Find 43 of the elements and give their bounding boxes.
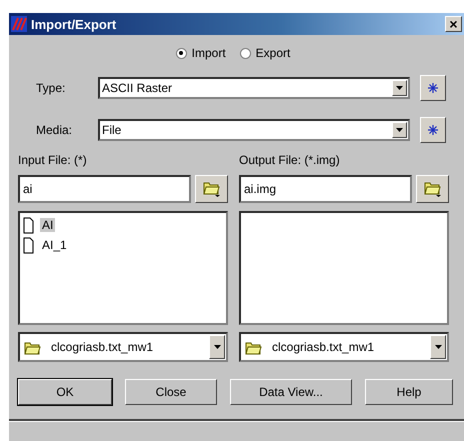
radio-button[interactable] bbox=[240, 48, 251, 58]
dialog-button[interactable]: Data View... bbox=[230, 379, 352, 405]
file-name-field[interactable]: ai bbox=[18, 175, 192, 203]
radio-label: Export bbox=[256, 46, 290, 60]
dialog-button[interactable]: Close bbox=[125, 379, 217, 405]
caret-icon bbox=[434, 345, 442, 349]
file-icon bbox=[23, 216, 34, 234]
window-title: Import/Export bbox=[31, 16, 118, 32]
field-label: Output File: (*.img) bbox=[239, 153, 341, 169]
dropdown[interactable]: clcogriasb.txt_mw1 bbox=[239, 332, 449, 362]
folder-icon bbox=[24, 340, 41, 354]
field-label: Media: bbox=[35, 123, 74, 137]
asterisk-icon bbox=[428, 83, 438, 93]
file-name-field[interactable]: ai.img bbox=[239, 175, 412, 203]
caret-icon bbox=[396, 128, 403, 132]
dialog-button[interactable]: OK bbox=[18, 379, 112, 405]
dropdown[interactable]: File bbox=[98, 119, 410, 141]
file-icon bbox=[23, 236, 34, 254]
folder-icon bbox=[245, 340, 262, 354]
add-button[interactable] bbox=[420, 75, 446, 101]
list-item[interactable]: AI_1 bbox=[40, 238, 69, 252]
file-list[interactable]: AI AI_1 bbox=[18, 211, 228, 325]
asterisk-icon bbox=[428, 125, 438, 135]
folder-icon bbox=[202, 180, 221, 198]
browse-button[interactable] bbox=[416, 175, 449, 203]
app-icon bbox=[11, 16, 27, 32]
folder-icon bbox=[424, 180, 442, 198]
radio-button[interactable] bbox=[176, 48, 187, 58]
list-item[interactable]: AI bbox=[40, 218, 56, 232]
radio-option[interactable]: Import bbox=[176, 46, 226, 60]
dialog-button[interactable]: Help bbox=[365, 379, 453, 405]
caret-icon bbox=[214, 345, 220, 349]
add-button[interactable] bbox=[420, 117, 446, 143]
radio-label: Import bbox=[192, 46, 226, 60]
browse-button[interactable] bbox=[195, 175, 228, 203]
field-label: Type: bbox=[35, 81, 66, 95]
field-label: Input File: (*) bbox=[18, 153, 88, 169]
dropdown[interactable]: ASCII Raster bbox=[98, 77, 410, 99]
file-list[interactable] bbox=[239, 211, 449, 325]
close-button[interactable]: × bbox=[445, 16, 462, 32]
caret-icon bbox=[396, 86, 403, 90]
radio-option[interactable]: Export bbox=[240, 46, 290, 60]
dropdown[interactable]: clcogriasb.txt_mw1 bbox=[18, 332, 228, 362]
